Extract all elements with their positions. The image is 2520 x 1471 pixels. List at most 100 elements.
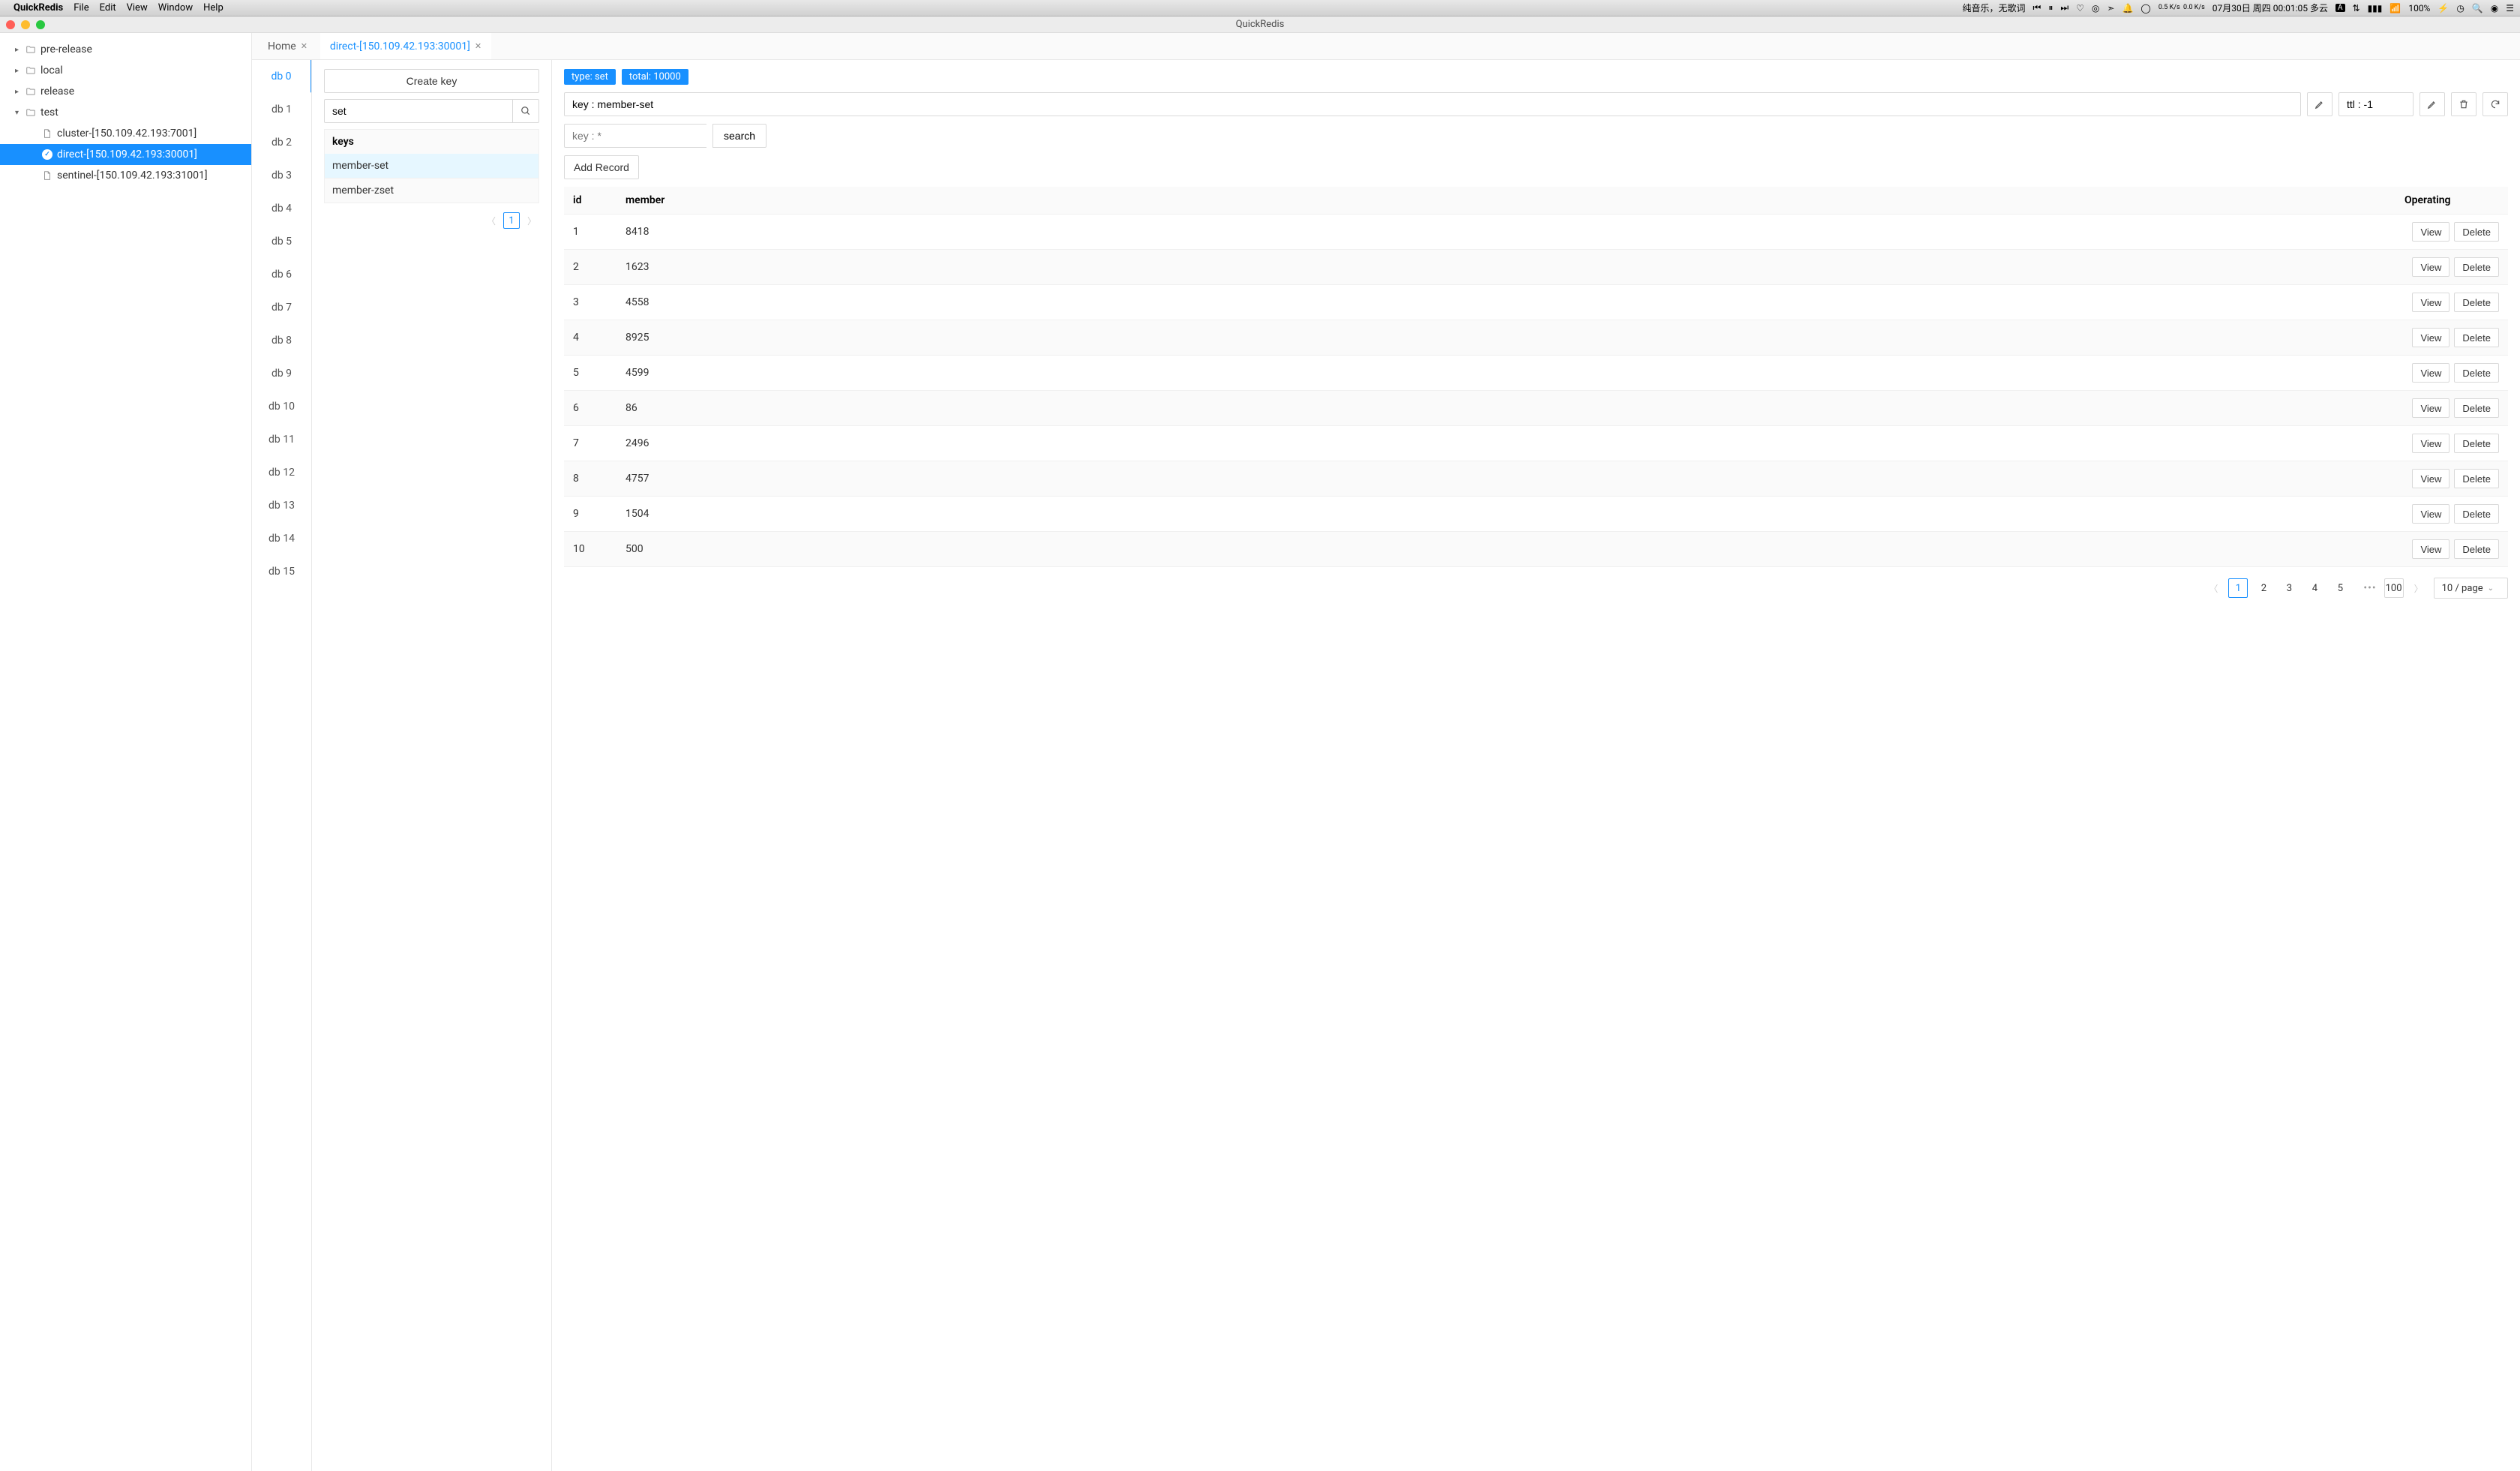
- target-icon[interactable]: ◎: [2092, 3, 2099, 14]
- tree-folder[interactable]: ▸pre-release: [0, 39, 251, 60]
- heart-icon[interactable]: ♡: [2076, 3, 2084, 14]
- members-page[interactable]: 1: [2228, 578, 2248, 598]
- key-search-button[interactable]: [512, 99, 539, 123]
- db-item[interactable]: db 15: [252, 555, 311, 588]
- circle-icon[interactable]: ◯: [2140, 3, 2150, 14]
- tab[interactable]: Home✕: [258, 33, 317, 59]
- delete-button[interactable]: Delete: [2454, 469, 2499, 488]
- db-item[interactable]: db 11: [252, 423, 311, 456]
- edit-key-button[interactable]: [2307, 92, 2332, 116]
- tab[interactable]: direct-[150.109.42.193:30001]✕: [320, 33, 491, 59]
- siri-icon[interactable]: ◉: [2491, 3, 2498, 14]
- db-item[interactable]: db 14: [252, 522, 311, 555]
- delete-button[interactable]: Delete: [2454, 434, 2499, 453]
- battery-icon[interactable]: ▮▮▮: [2368, 3, 2383, 14]
- db-item[interactable]: db 13: [252, 489, 311, 522]
- db-item[interactable]: db 6: [252, 258, 311, 291]
- edit-ttl-button[interactable]: [2420, 92, 2445, 116]
- control-center-icon[interactable]: ☰: [2506, 3, 2514, 14]
- key-item[interactable]: member-zset: [325, 178, 538, 203]
- view-button[interactable]: View: [2412, 257, 2450, 277]
- delete-button[interactable]: Delete: [2454, 293, 2499, 312]
- members-page[interactable]: 3: [2279, 578, 2299, 598]
- delete-button[interactable]: Delete: [2454, 363, 2499, 383]
- members-page-last[interactable]: 100: [2384, 578, 2404, 598]
- create-key-button[interactable]: Create key: [324, 69, 539, 93]
- clock-icon[interactable]: ◷: [2456, 3, 2464, 14]
- db-item[interactable]: db 8: [252, 324, 311, 357]
- db-item[interactable]: db 0: [252, 60, 312, 93]
- key-search-input[interactable]: [324, 99, 512, 123]
- expand-arrow-icon[interactable]: ▾: [15, 109, 26, 117]
- delete-key-button[interactable]: [2451, 92, 2476, 116]
- refresh-button[interactable]: [2482, 92, 2508, 116]
- delete-button[interactable]: Delete: [2454, 504, 2499, 524]
- view-button[interactable]: View: [2412, 222, 2450, 242]
- key-item[interactable]: member-set: [325, 154, 538, 178]
- members-page[interactable]: 5: [2330, 578, 2350, 598]
- key-name-input[interactable]: [564, 92, 2301, 116]
- view-button[interactable]: View: [2412, 504, 2450, 524]
- db-item[interactable]: db 12: [252, 456, 311, 489]
- menu-file[interactable]: File: [74, 2, 88, 14]
- db-item[interactable]: db 4: [252, 192, 311, 225]
- tree-folder[interactable]: ▸local: [0, 60, 251, 81]
- bell-icon[interactable]: 🔔: [2122, 3, 2133, 14]
- delete-button[interactable]: Delete: [2454, 398, 2499, 418]
- keys-next-page[interactable]: 〉: [524, 215, 539, 227]
- members-next-page[interactable]: 〉: [2411, 582, 2426, 595]
- close-window-button[interactable]: [6, 20, 15, 29]
- menubar-app-name[interactable]: QuickRedis: [14, 2, 63, 14]
- members-prev-page[interactable]: 〈: [2206, 582, 2221, 595]
- close-tab-icon[interactable]: ✕: [301, 41, 308, 51]
- members-page[interactable]: 4: [2305, 578, 2324, 598]
- ttl-input[interactable]: [2338, 92, 2414, 116]
- tree-connection[interactable]: cluster-[150.109.42.193:7001]: [0, 123, 251, 144]
- menu-edit[interactable]: Edit: [100, 2, 116, 14]
- wifi-icon[interactable]: 📶: [2390, 3, 2401, 14]
- view-button[interactable]: View: [2412, 363, 2450, 383]
- delete-button[interactable]: Delete: [2454, 539, 2499, 559]
- db-item[interactable]: db 9: [252, 357, 311, 390]
- maximize-window-button[interactable]: [36, 20, 45, 29]
- tree-connection[interactable]: sentinel-[150.109.42.193:31001]: [0, 165, 251, 186]
- view-button[interactable]: View: [2412, 293, 2450, 312]
- next-track-icon[interactable]: ⏭: [2060, 2, 2068, 14]
- expand-arrow-icon[interactable]: ▸: [15, 67, 26, 75]
- menu-window[interactable]: Window: [158, 2, 193, 14]
- member-search-button[interactable]: search: [712, 124, 766, 148]
- db-item[interactable]: db 5: [252, 225, 311, 258]
- db-item[interactable]: db 1: [252, 93, 311, 126]
- tree-connection[interactable]: ✓direct-[150.109.42.193:30001]: [0, 144, 251, 165]
- members-page[interactable]: 2: [2254, 578, 2273, 598]
- db-item[interactable]: db 7: [252, 291, 311, 324]
- expand-arrow-icon[interactable]: ▸: [15, 46, 26, 54]
- view-button[interactable]: View: [2412, 539, 2450, 559]
- prev-track-icon[interactable]: ⏮: [2033, 2, 2042, 14]
- page-size-select[interactable]: 10 / page ⌄: [2434, 578, 2508, 599]
- menu-help[interactable]: Help: [203, 2, 224, 14]
- add-record-button[interactable]: Add Record: [564, 155, 639, 179]
- delete-button[interactable]: Delete: [2454, 328, 2499, 347]
- db-item[interactable]: db 2: [252, 126, 311, 159]
- pause-icon[interactable]: ⏸: [2048, 2, 2053, 14]
- bluetooth-icon[interactable]: ⇅: [2353, 3, 2360, 14]
- view-button[interactable]: View: [2412, 328, 2450, 347]
- keys-prev-page[interactable]: 〈: [484, 215, 499, 227]
- close-tab-icon[interactable]: ✕: [475, 41, 482, 51]
- input-a-icon[interactable]: A: [2336, 4, 2345, 12]
- view-button[interactable]: View: [2412, 469, 2450, 488]
- member-search-input[interactable]: [564, 124, 706, 148]
- db-item[interactable]: db 10: [252, 390, 311, 423]
- tree-folder[interactable]: ▾test: [0, 102, 251, 123]
- keys-page-1[interactable]: 1: [503, 212, 520, 229]
- expand-arrow-icon[interactable]: ▸: [15, 88, 26, 96]
- tree-folder[interactable]: ▸release: [0, 81, 251, 102]
- send-icon[interactable]: ➣: [2107, 3, 2114, 14]
- delete-button[interactable]: Delete: [2454, 222, 2499, 242]
- view-button[interactable]: View: [2412, 434, 2450, 453]
- menu-view[interactable]: View: [127, 2, 148, 14]
- view-button[interactable]: View: [2412, 398, 2450, 418]
- db-item[interactable]: db 3: [252, 159, 311, 192]
- minimize-window-button[interactable]: [21, 20, 30, 29]
